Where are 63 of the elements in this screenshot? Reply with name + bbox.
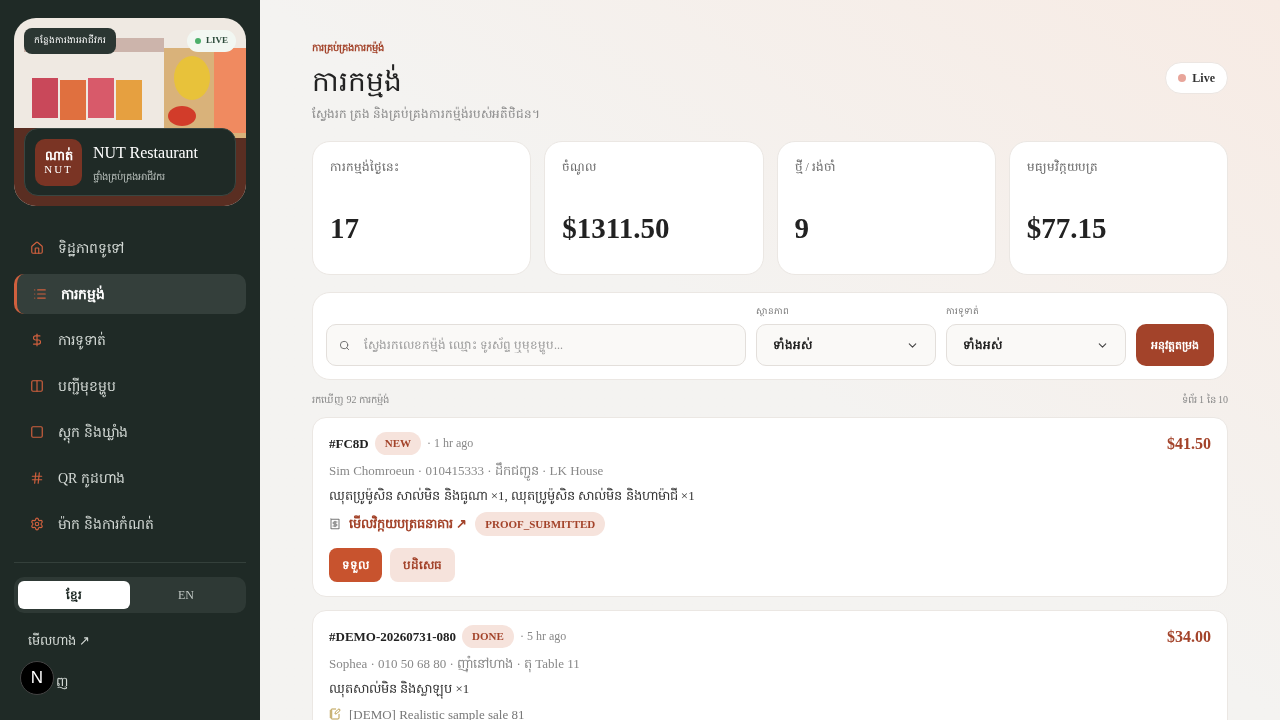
settings-icon [30,517,44,531]
accept-button[interactable]: ទទួល [329,548,382,582]
stat-label: មធ្យមវិក្កយបត្រ [1026,158,1099,176]
nav-item[interactable]: ម៉ាក និងការកំណត់ [14,504,246,544]
logout-link[interactable]: ញ [56,671,68,692]
order-total: $34.00 [1167,627,1211,647]
search-field[interactable]: ស្វែងរកលេខកម្ម៉ង់ ឈ្មោះ ទូរស័ព្ទ ឬមុខម្ហូប... [326,324,746,366]
search-icon [339,340,350,351]
filter-label: ស្ថានភាព [756,304,790,318]
list-icon [33,287,47,301]
order-items: ឈុតសាល់មិន និងស្លាឡុប ×1 [329,679,580,699]
order-meta: Sophea · 010 50 68 80 · ញ៉ាំនៅហាង · តុ Table 11 [329,654,580,673]
nav-item[interactable]: ស្តុក និងឃ្លាំង [14,412,246,452]
language-option[interactable]: EN [130,581,242,609]
brand-logo: ណាត់ NUT [35,138,82,186]
page-title: ការកម្មង់ [312,63,403,100]
live-badge: LIVE [187,30,236,52]
page-subtitle: ស្វែងរក ត្រង និងគ្រប់គ្រងការកម្ម៉ង់របស់អតិថិជន។ [312,105,540,123]
filter-select[interactable]: ទាំងអស់ [756,324,936,366]
order-time: · 1 hr ago [427,435,474,453]
page-eyebrow: ការគ្រប់គ្រងការកម្ម៉ង់ [312,40,385,55]
apply-filter-button[interactable]: អនុវត្តតម្រង [1136,324,1214,366]
live-indicator: Live [1165,62,1228,94]
square-icon [30,425,44,439]
filter-select[interactable]: ទាំងអស់ [946,324,1126,366]
stat-value: $77.15 [1026,210,1108,246]
columns-icon [30,379,44,393]
order-total: $41.50 [1167,434,1211,454]
language-option[interactable]: ខ្មែរ [18,581,130,609]
order-id: #DEMO-20260731-080 [329,627,457,646]
stat-label: ថ្មី / រង់ចាំ [794,158,837,176]
receipt-link[interactable]: មើលវិក្កយបត្រធនាគារ ↗ [349,514,468,534]
receipt-icon [329,517,341,530]
payment-status: PROOF_SUBMITTED [475,511,606,536]
dollar-icon [30,333,44,347]
stat-value: $1311.50 [562,210,671,246]
page-indicator: ទំព័រ 1 នៃ 10 [1181,392,1228,407]
stat-label: ការកម្មង់ថ្ងៃនេះ [330,158,400,176]
nav-item[interactable]: ការកម្មង់ [14,274,246,314]
view-store-link[interactable]: មើលហាង ↗ [28,631,246,651]
brand-subtitle: ផ្ទាំងគ្រប់គ្រងអាជីវករ [93,169,166,184]
nav-item[interactable]: ទិដ្ឋភាពទូទៅ [14,228,246,268]
home-icon [30,241,44,255]
order-meta: Sim Chomroeun · 010415333 · ដឹកជញ្ជូន · LK House [329,460,695,480]
nav-item[interactable]: ការទូទាត់ [14,320,246,360]
order-id: #FC8D [329,434,369,453]
notepad-icon [329,708,341,720]
results-count: រកឃើញ 92 ការកម្ម៉ង់ [312,392,389,407]
order-status: DONE [462,625,514,648]
order-time: · 5 hr ago [519,628,567,646]
nav-item[interactable]: QR កូដហាង [14,458,246,498]
stat-label: ចំណូល [562,158,598,176]
nav-item[interactable]: បញ្ជីមុខម្ហូប [14,366,246,406]
filter-label: ការទូទាត់ [946,304,980,318]
order-status: NEW [374,432,421,455]
hash-icon [30,471,44,485]
order-items: ឈុតប្រូម៉ូសិន សាល់មិន និងធូណា ×1, ឈុតប្រូម៉ូសិន សាល់មិន និងហាម៉ាជី ×1 [329,486,695,506]
workspace-badge: កន្លែងការងារអាជីវករ [24,28,116,54]
brand-name: NUT Restaurant [93,142,198,163]
stat-value: 17 [330,210,360,246]
dev-badge[interactable]: N [20,660,54,695]
stat-value: 9 [794,210,810,246]
reject-button[interactable]: បដិសេធ [390,548,455,582]
